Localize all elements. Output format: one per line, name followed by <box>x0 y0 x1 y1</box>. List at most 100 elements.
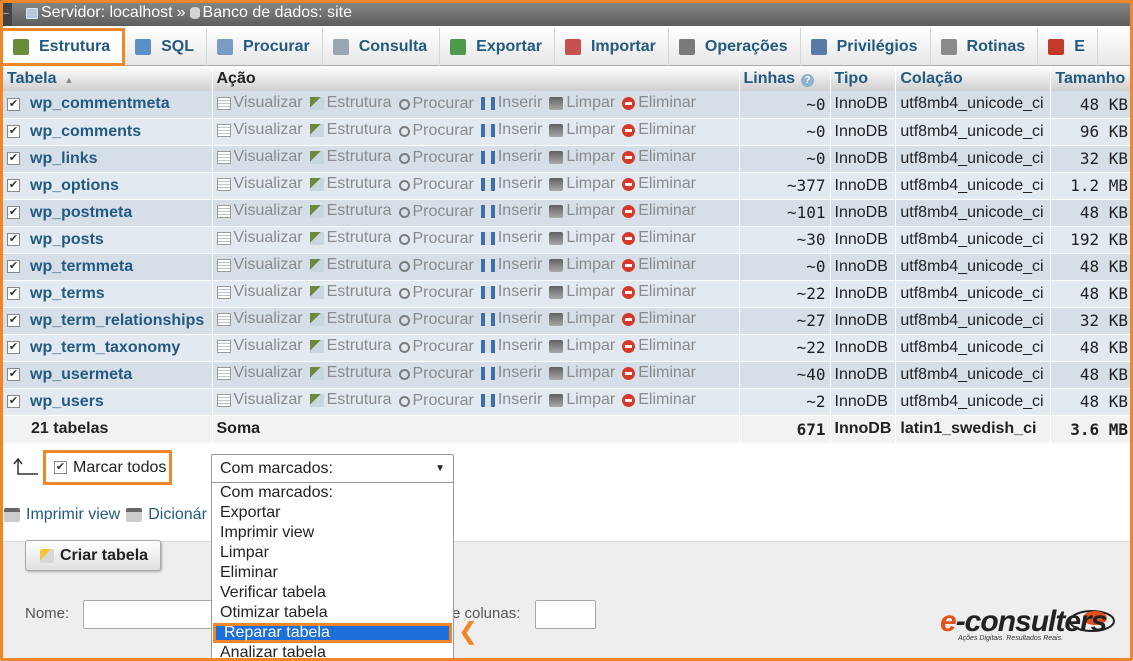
structure-action[interactable]: Estrutura <box>309 148 392 166</box>
insert-action[interactable]: Inserir <box>480 121 542 139</box>
table-name-link[interactable]: wp_terms <box>30 285 105 302</box>
drop-action[interactable]: Eliminar <box>622 310 696 328</box>
search-action[interactable]: Procurar <box>398 95 474 113</box>
table-name-link[interactable]: wp_term_taxonomy <box>30 339 180 356</box>
table-name-link[interactable]: wp_commentmeta <box>30 95 170 112</box>
browse-action[interactable]: Visualizar <box>216 229 303 247</box>
row-checkbox[interactable]: ✔ <box>7 313 20 327</box>
insert-action[interactable]: Inserir <box>480 391 542 409</box>
browse-action[interactable]: Visualizar <box>216 391 303 409</box>
tab-1[interactable]: SQL <box>125 28 208 66</box>
check-all-checkbox[interactable]: ✔ <box>54 461 67 474</box>
table-name-link[interactable]: wp_users <box>30 393 104 410</box>
search-action[interactable]: Procurar <box>398 365 474 383</box>
empty-action[interactable]: Limpar <box>549 121 615 139</box>
search-action[interactable]: Procurar <box>398 203 474 221</box>
table-name-link[interactable]: wp_postmeta <box>30 204 132 221</box>
breadcrumb-server-label[interactable]: Servidor: localhost <box>41 4 173 22</box>
option-item[interactable]: Limpar <box>212 543 453 563</box>
tab-5[interactable]: Importar <box>555 28 669 66</box>
option-item[interactable]: Verificar tabela <box>212 583 453 603</box>
breadcrumb-server[interactable]: Servidor: localhost <box>26 4 173 22</box>
empty-action[interactable]: Limpar <box>549 337 615 355</box>
row-checkbox[interactable]: ✔ <box>7 232 20 246</box>
tab-3[interactable]: Consulta <box>323 28 441 66</box>
table-name-link[interactable]: wp_options <box>30 177 119 194</box>
structure-action[interactable]: Estrutura <box>309 391 392 409</box>
browse-action[interactable]: Visualizar <box>216 175 303 193</box>
empty-action[interactable]: Limpar <box>549 94 615 112</box>
browse-action[interactable]: Visualizar <box>216 283 303 301</box>
drop-action[interactable]: Eliminar <box>622 391 696 409</box>
insert-action[interactable]: Inserir <box>480 337 542 355</box>
search-action[interactable]: Procurar <box>398 230 474 248</box>
column-header-size[interactable]: Tamanho <box>1050 66 1133 91</box>
collapse-navigation-button[interactable]: – <box>0 0 12 26</box>
structure-action[interactable]: Estrutura <box>309 229 392 247</box>
drop-action[interactable]: Eliminar <box>622 283 696 301</box>
help-icon[interactable]: ? <box>801 73 815 87</box>
search-action[interactable]: Procurar <box>398 311 474 329</box>
browse-action[interactable]: Visualizar <box>216 364 303 382</box>
row-checkbox[interactable]: ✔ <box>7 367 20 381</box>
breadcrumb-database-label[interactable]: Banco de dados: site <box>203 4 352 22</box>
table-name-link[interactable]: wp_links <box>30 150 98 167</box>
row-checkbox[interactable]: ✔ <box>7 340 20 354</box>
structure-action[interactable]: Estrutura <box>309 283 392 301</box>
insert-action[interactable]: Inserir <box>480 364 542 382</box>
browse-action[interactable]: Visualizar <box>216 148 303 166</box>
browse-action[interactable]: Visualizar <box>216 256 303 274</box>
drop-action[interactable]: Eliminar <box>622 337 696 355</box>
row-checkbox[interactable]: ✔ <box>7 259 20 273</box>
browse-action[interactable]: Visualizar <box>216 121 303 139</box>
row-checkbox[interactable]: ✔ <box>7 394 20 408</box>
drop-action[interactable]: Eliminar <box>622 229 696 247</box>
search-action[interactable]: Procurar <box>398 257 474 275</box>
browse-action[interactable]: Visualizar <box>216 310 303 328</box>
option-item[interactable]: Otimizar tabela <box>212 603 453 623</box>
search-action[interactable]: Procurar <box>398 149 474 167</box>
row-checkbox[interactable]: ✔ <box>7 205 20 219</box>
browse-action[interactable]: Visualizar <box>216 202 303 220</box>
column-header-table[interactable]: Tabela ▲ <box>3 66 213 91</box>
row-checkbox[interactable]: ✔ <box>7 97 20 111</box>
table-name-link[interactable]: wp_usermeta <box>30 366 132 383</box>
tab-0[interactable]: Estrutura <box>0 28 126 66</box>
tab-9[interactable]: E <box>1038 28 1098 66</box>
option-item[interactable]: Analizar tabela <box>212 643 453 660</box>
tab-4[interactable]: Exportar <box>440 28 555 66</box>
table-name-link[interactable]: wp_term_relationships <box>30 312 204 329</box>
search-action[interactable]: Procurar <box>398 122 474 140</box>
structure-action[interactable]: Estrutura <box>309 337 392 355</box>
empty-action[interactable]: Limpar <box>549 256 615 274</box>
option-item[interactable]: Com marcados: <box>212 483 453 503</box>
structure-action[interactable]: Estrutura <box>309 175 392 193</box>
browse-action[interactable]: Visualizar <box>216 94 303 112</box>
columns-count-input[interactable] <box>535 600 596 629</box>
option-item[interactable]: Reparar tabela <box>213 623 452 643</box>
empty-action[interactable]: Limpar <box>549 364 615 382</box>
browse-action[interactable]: Visualizar <box>216 337 303 355</box>
empty-action[interactable]: Limpar <box>549 283 615 301</box>
print-view-link[interactable]: Imprimir view <box>26 506 120 524</box>
column-header-collation[interactable]: Colação <box>895 66 1052 91</box>
search-action[interactable]: Procurar <box>398 284 474 302</box>
with-selected-select[interactable]: Com marcados: ▼ <box>211 454 454 483</box>
structure-action[interactable]: Estrutura <box>309 310 392 328</box>
option-item[interactable]: Eliminar <box>212 563 453 583</box>
structure-action[interactable]: Estrutura <box>309 364 392 382</box>
insert-action[interactable]: Inserir <box>480 283 542 301</box>
tab-6[interactable]: Operações <box>669 28 801 66</box>
column-header-type[interactable]: Tipo <box>830 66 897 91</box>
insert-action[interactable]: Inserir <box>480 175 542 193</box>
table-name-link[interactable]: wp_posts <box>30 231 104 248</box>
search-action[interactable]: Procurar <box>398 392 474 410</box>
tab-8[interactable]: Rotinas <box>931 28 1039 66</box>
insert-action[interactable]: Inserir <box>480 310 542 328</box>
table-name-link[interactable]: wp_comments <box>30 123 141 140</box>
drop-action[interactable]: Eliminar <box>622 364 696 382</box>
row-checkbox[interactable]: ✔ <box>7 286 20 300</box>
empty-action[interactable]: Limpar <box>549 391 615 409</box>
option-item[interactable]: Exportar <box>212 503 453 523</box>
breadcrumb-database[interactable]: Banco de dados: site <box>189 4 352 22</box>
